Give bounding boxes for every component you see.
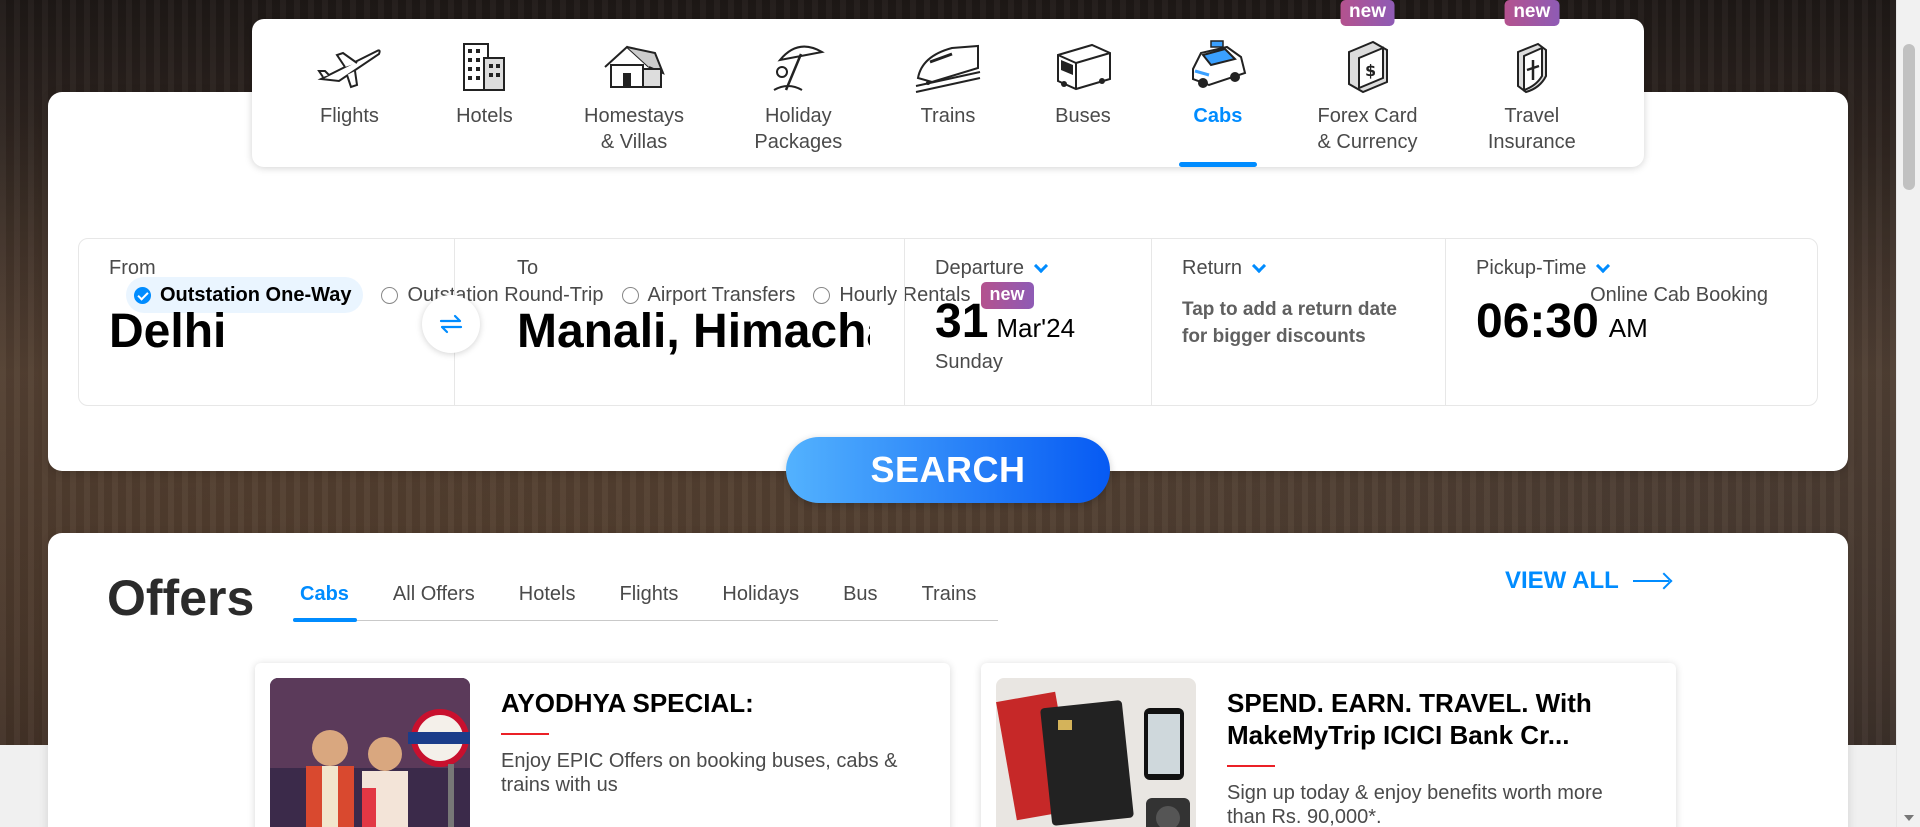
chevron-down-icon bbox=[1596, 258, 1611, 273]
pickup-ampm: AM bbox=[1608, 313, 1648, 343]
return-hint: Tap to add a return date for bigger disc… bbox=[1182, 299, 1398, 347]
airplane-icon bbox=[309, 31, 389, 101]
nav-label: Holiday Packages bbox=[754, 105, 843, 153]
nav-homestays[interactable]: Homestays & Villas bbox=[552, 19, 716, 167]
nav-flights[interactable]: Flights bbox=[282, 19, 417, 167]
chevron-down-icon bbox=[1033, 258, 1049, 273]
offer-tabs: Cabs All Offers Hotels Flights Holidays … bbox=[293, 579, 999, 622]
view-all-link[interactable]: VIEW ALL bbox=[1505, 567, 1669, 595]
nav-label: Forex Card & Currency bbox=[1317, 105, 1418, 153]
nav-label: Hotels bbox=[456, 105, 513, 127]
offer-heading: AYODHYA SPECIAL: bbox=[501, 688, 754, 718]
nav-buses[interactable]: Buses bbox=[1015, 19, 1150, 167]
arrow-right-icon bbox=[1632, 580, 1669, 582]
nav-label: Cabs bbox=[1193, 105, 1243, 127]
departure-label-text: Departure bbox=[935, 257, 1024, 279]
offer-tab-trains[interactable]: Trains bbox=[900, 579, 999, 621]
offer-tab-cabs[interactable]: Cabs bbox=[293, 579, 357, 622]
chevron-down-icon bbox=[1251, 258, 1267, 273]
product-nav: Flights Hotels Homestays & Villas Holida… bbox=[252, 0, 1644, 167]
beach-umbrella-icon bbox=[758, 31, 838, 101]
pickup-time: 06:30 AM bbox=[1476, 294, 1787, 349]
insurance-shield-icon bbox=[1492, 31, 1572, 101]
nav-label: Homestays & Villas bbox=[584, 105, 685, 153]
pickup-label: Pickup-Time bbox=[1476, 257, 1787, 280]
bus-icon bbox=[1043, 31, 1123, 101]
nav-holiday-packages[interactable]: Holiday Packages bbox=[716, 19, 880, 167]
offers-section: Offers Cabs All Offers Hotels Flights Ho… bbox=[48, 533, 1848, 827]
nav-trains[interactable]: Trains bbox=[881, 19, 1016, 167]
offer-divider bbox=[1227, 765, 1275, 767]
offer-tab-all-offers[interactable]: All Offers bbox=[371, 579, 497, 621]
from-field[interactable]: From Delhi bbox=[79, 239, 480, 405]
nav-hotels[interactable]: Hotels bbox=[417, 19, 552, 167]
offers-title: Offers bbox=[107, 570, 255, 626]
offer-tab-bus[interactable]: Bus bbox=[821, 579, 899, 621]
offer-image-ayodhya bbox=[270, 678, 470, 827]
from-city: Delhi bbox=[109, 305, 227, 358]
nav-cabs[interactable]: Cabs bbox=[1150, 19, 1285, 167]
swap-button[interactable] bbox=[422, 295, 480, 353]
offer-card-ayodhya[interactable]: AYODHYA SPECIAL: Enjoy EPIC Offers on bo… bbox=[255, 663, 950, 827]
forex-card-icon: $ bbox=[1328, 31, 1408, 101]
departure-field[interactable]: Departure 31 Mar'24 Sunday bbox=[905, 239, 1152, 405]
return-label: Return bbox=[1182, 257, 1415, 280]
return-label-text: Return bbox=[1182, 257, 1243, 279]
offer-tab-holidays[interactable]: Holidays bbox=[700, 579, 821, 621]
pickup-time-value: 06:30 bbox=[1476, 295, 1599, 348]
hotel-building-icon bbox=[444, 31, 524, 101]
to-field[interactable]: To Manali, Himachal Pradesh bbox=[455, 239, 905, 405]
departure-weekday: Sunday bbox=[935, 351, 1003, 373]
page-scrollbar[interactable] bbox=[1896, 0, 1920, 827]
scroll-down-arrow-icon[interactable] bbox=[1904, 815, 1914, 821]
offer-divider bbox=[501, 733, 549, 735]
nav-label: Travel Insurance bbox=[1487, 105, 1576, 153]
return-field[interactable]: Return Tap to add a return date for bigg… bbox=[1152, 239, 1446, 405]
offer-card-icici[interactable]: SPEND. EARN. TRAVEL. With MakeMyTrip ICI… bbox=[981, 663, 1676, 827]
offer-image-icici bbox=[996, 678, 1196, 827]
to-city: Manali, Himachal Pradesh bbox=[517, 305, 870, 358]
offer-description: Sign up today & enjoy benefits worth mor… bbox=[1227, 782, 1603, 827]
search-fields: From Delhi To Manali, Himachal Pradesh D… bbox=[78, 238, 1818, 406]
nav-label: Flights bbox=[320, 105, 379, 127]
pickup-label-text: Pickup-Time bbox=[1476, 257, 1587, 279]
nav-travel-insurance[interactable]: new Travel Insurance bbox=[1450, 0, 1614, 167]
svg-text:$: $ bbox=[1365, 61, 1376, 80]
train-icon bbox=[908, 31, 988, 101]
departure-date: 31 Mar'24 bbox=[935, 294, 1121, 349]
departure-month: Mar'24 bbox=[996, 313, 1076, 343]
offer-description: Enjoy EPIC Offers on booking buses, cabs… bbox=[501, 750, 898, 796]
new-badge: new bbox=[1504, 0, 1560, 26]
departure-day: 31 bbox=[935, 295, 989, 348]
offer-heading: SPEND. EARN. TRAVEL. With MakeMyTrip ICI… bbox=[1227, 688, 1592, 750]
from-label: From bbox=[109, 257, 156, 279]
offer-tab-hotels[interactable]: Hotels bbox=[497, 579, 598, 621]
search-button[interactable]: SEARCH bbox=[786, 437, 1110, 503]
pickup-time-field[interactable]: Pickup-Time 06:30 AM bbox=[1446, 239, 1817, 405]
nav-forex[interactable]: new $ Forex Card & Currency bbox=[1285, 0, 1449, 167]
new-badge: new bbox=[1340, 0, 1395, 26]
nav-label: Trains bbox=[920, 105, 976, 127]
nav-label: Buses bbox=[1055, 105, 1111, 127]
homestay-house-icon bbox=[594, 31, 674, 101]
offer-tab-flights[interactable]: Flights bbox=[597, 579, 700, 621]
swap-arrows-icon bbox=[439, 314, 463, 334]
departure-label: Departure bbox=[935, 257, 1121, 280]
view-all-label: VIEW ALL bbox=[1505, 567, 1619, 594]
scrollbar-thumb[interactable] bbox=[1903, 44, 1915, 190]
cab-car-icon bbox=[1178, 31, 1258, 101]
to-label: To bbox=[517, 257, 539, 279]
